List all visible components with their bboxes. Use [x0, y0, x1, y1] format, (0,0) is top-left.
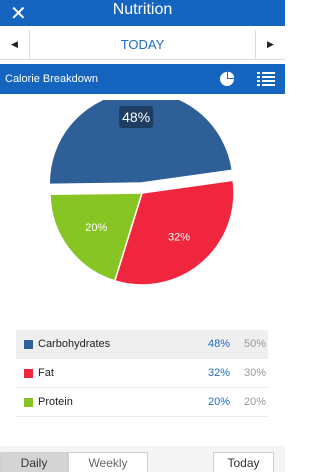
legend-percent: 48% — [208, 338, 231, 350]
legend-goal: 30% — [244, 367, 267, 379]
legend-goal: 50% — [244, 338, 267, 350]
slice-label-carbohydrates: 48% — [122, 109, 150, 125]
protein-swatch — [24, 398, 33, 407]
section-header: Calorie Breakdown — [0, 64, 285, 94]
carbohydrates-swatch — [24, 340, 33, 349]
fat-swatch — [24, 369, 33, 378]
legend-goal: 20% — [244, 396, 267, 408]
legend-name: Fat — [38, 367, 54, 379]
legend-percent: 20% — [208, 396, 231, 408]
page-title: Nutrition — [112, 1, 173, 18]
legend-row-carbohydrates[interactable]: Carbohydrates 48% 50% — [16, 330, 268, 359]
calorie-pie-chart: 48% 32% 20% — [48, 100, 235, 286]
date-label[interactable]: TODAY — [30, 30, 255, 60]
list-icon[interactable] — [257, 71, 275, 87]
legend-name: Carbohydrates — [38, 338, 111, 350]
daily-tab[interactable]: Daily — [0, 452, 68, 472]
bottom-toolbar: Daily Weekly Today — [0, 446, 285, 472]
next-day-button[interactable]: ▶ — [255, 30, 285, 60]
top-bar: ✕ Nutrition — [0, 0, 285, 26]
slice-label-protein: 20% — [85, 222, 107, 234]
legend-row-fat[interactable]: Fat 32% 30% — [16, 359, 268, 388]
section-title: Calorie Breakdown — [5, 73, 98, 85]
weekly-tab[interactable]: Weekly — [68, 452, 148, 472]
macro-legend: Carbohydrates 48% 50% Fat 32% 30% Protei… — [16, 330, 268, 417]
slice-label-fat: 32% — [168, 231, 190, 243]
previous-day-button[interactable]: ◀ — [0, 30, 30, 60]
pie-chart-icon[interactable] — [219, 71, 235, 87]
legend-row-protein[interactable]: Protein 20% 20% — [16, 388, 268, 417]
date-navigator: ◀ TODAY ▶ — [0, 30, 285, 60]
today-button[interactable]: Today — [213, 452, 274, 472]
legend-name: Protein — [38, 396, 73, 408]
legend-percent: 32% — [208, 367, 231, 379]
